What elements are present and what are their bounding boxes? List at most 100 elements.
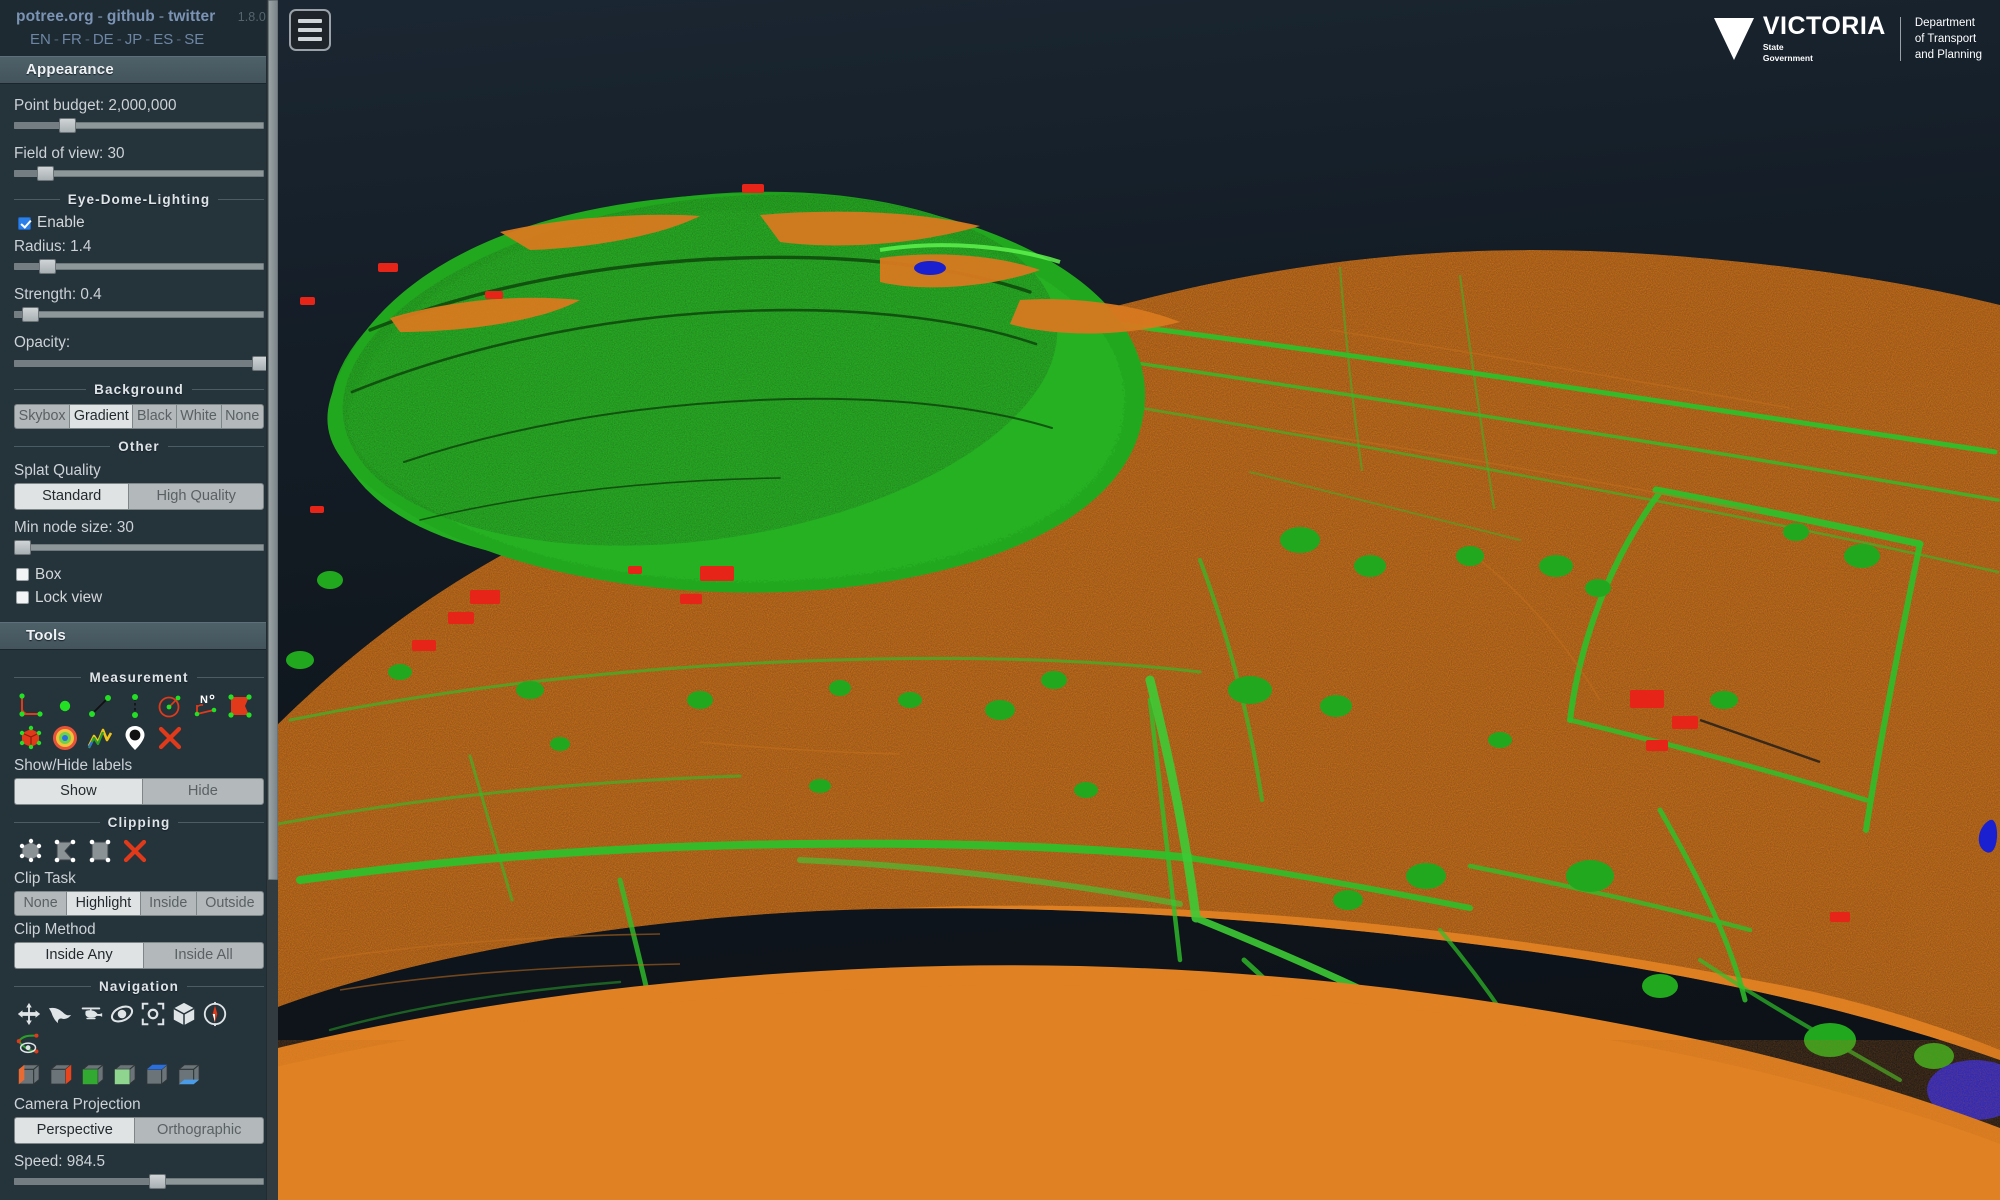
edl-section-title: Eye-Dome-Lighting [14, 192, 264, 207]
lang-fr[interactable]: FR [62, 31, 82, 48]
potree-org-link[interactable]: potree.org [16, 8, 94, 26]
clip-task-label: Clip Task [14, 869, 76, 887]
camera-animation-icon[interactable] [16, 1031, 42, 1057]
orbit-controls-icon[interactable] [109, 1001, 135, 1027]
projection-orthographic[interactable]: Orthographic [134, 1117, 264, 1145]
view-bottom-icon[interactable] [176, 1061, 202, 1087]
lang-jp[interactable]: JP [125, 31, 143, 48]
speed-slider[interactable] [14, 1174, 264, 1190]
twitter-link[interactable]: twitter [168, 8, 215, 26]
point-measurement-icon[interactable] [51, 692, 79, 720]
navigation-icons-row-1 [16, 1001, 264, 1027]
edl-enable-checkbox[interactable] [18, 216, 31, 230]
background-option-white[interactable]: White [175, 403, 221, 429]
slider-knob[interactable] [21, 307, 39, 323]
helicopter-controls-icon[interactable] [78, 1001, 104, 1027]
edl-enable-row[interactable]: Enable [18, 214, 264, 232]
min-node-size-slider[interactable] [14, 539, 264, 555]
earth-controls-icon[interactable] [16, 1001, 42, 1027]
slider-knob[interactable] [39, 259, 56, 275]
angle-measurement-icon[interactable] [16, 692, 44, 720]
lang-de[interactable]: DE [93, 31, 114, 48]
clip-method-group[interactable]: Inside Any Inside All [14, 942, 265, 970]
distance-measurement-icon[interactable] [86, 692, 114, 720]
clip-task-highlight[interactable]: Highlight [66, 890, 140, 916]
remove-clip-volumes-icon[interactable] [121, 837, 149, 865]
sidebar-scrollbar-thumb[interactable] [268, 0, 278, 880]
render-viewport[interactable] [0, 0, 2000, 1200]
slider-knob[interactable] [59, 118, 76, 134]
clip-task-outside[interactable]: Outside [195, 890, 265, 916]
sidebar[interactable]: potree.org - github - twitter 1.8.0 EN - F… [0, 0, 278, 1200]
accordion-appearance[interactable]: Appearance [0, 56, 278, 84]
lang-en[interactable]: EN [30, 31, 51, 48]
point-budget-slider[interactable] [14, 118, 264, 134]
annotation-icon[interactable] [121, 724, 149, 752]
flight-controls-icon[interactable] [47, 1001, 73, 1027]
clip-task-group[interactable]: None Highlight Inside Outside [14, 890, 265, 916]
field-of-view-slider[interactable] [14, 166, 264, 182]
camera-projection-label: Camera Projection [14, 1096, 141, 1114]
clip-method-inside-any[interactable]: Inside Any [14, 942, 143, 970]
splat-quality-high[interactable]: High Quality [128, 482, 265, 510]
plane-clip-icon[interactable] [86, 837, 114, 865]
focus-icon[interactable] [140, 1001, 166, 1027]
clip-task-inside[interactable]: Inside [139, 890, 196, 916]
clip-method-inside-all[interactable]: Inside All [142, 942, 265, 970]
circle-measurement-icon[interactable] [156, 692, 184, 720]
view-back-icon[interactable] [112, 1061, 138, 1087]
background-option-skybox[interactable]: Skybox [14, 403, 70, 429]
height-profile-icon[interactable] [86, 724, 114, 752]
polygon-clip-icon[interactable] [51, 837, 79, 865]
show-hide-labels-group[interactable]: Show Hide [14, 777, 264, 805]
view-right-icon[interactable] [48, 1061, 74, 1087]
sidebar-scrollbar[interactable] [266, 0, 278, 1200]
lock-view-row[interactable]: Lock view [16, 589, 264, 607]
splat-quality-button-group[interactable]: Standard High Quality [14, 482, 265, 510]
language-selector[interactable]: EN - FR - DE - JP - ES - SE [0, 26, 278, 50]
box-row[interactable]: Box [16, 566, 264, 584]
volume-measurement-icon[interactable] [16, 724, 44, 752]
slider-knob[interactable] [149, 1174, 166, 1190]
lang-es[interactable]: ES [153, 31, 173, 48]
edl-strength-slider[interactable] [14, 307, 264, 323]
volume-clip-icon[interactable] [16, 837, 44, 865]
labels-hide-button[interactable]: Hide [141, 777, 264, 805]
lock-view-checkbox[interactable] [16, 591, 29, 605]
hamburger-icon-bar [298, 37, 322, 41]
splat-quality-standard[interactable]: Standard [14, 482, 129, 510]
view-left-icon[interactable] [16, 1061, 42, 1087]
full-extent-icon[interactable] [171, 1001, 197, 1027]
background-option-gradient[interactable]: Gradient [69, 403, 133, 429]
sidebar-toggle-button[interactable] [289, 9, 331, 51]
height-measurement-icon[interactable] [121, 692, 149, 720]
github-link[interactable]: github [107, 8, 155, 26]
background-option-none[interactable]: None [220, 403, 264, 429]
svg-text:N: N [200, 694, 208, 706]
slider-knob[interactable] [36, 166, 54, 182]
potree-viewer-app: VICTORIA State Government Department of … [0, 0, 2000, 1200]
edl-radius-slider[interactable] [14, 259, 264, 275]
projection-perspective[interactable]: Perspective [14, 1117, 135, 1145]
view-front-icon[interactable] [80, 1061, 106, 1087]
camera-projection-group[interactable]: Perspective Orthographic [14, 1117, 264, 1145]
lang-se[interactable]: SE [184, 31, 204, 48]
azimuth-measurement-icon[interactable]: N [191, 692, 219, 720]
accordion-tools[interactable]: Tools [0, 621, 278, 650]
view-top-icon[interactable] [144, 1061, 170, 1087]
clip-task-none[interactable]: None [14, 890, 67, 916]
slider-knob[interactable] [14, 539, 31, 555]
labels-show-button[interactable]: Show [14, 777, 142, 805]
link-separator: - [158, 8, 165, 25]
area-measurement-icon[interactable] [226, 692, 254, 720]
compass-icon[interactable] [202, 1001, 228, 1027]
box-checkbox[interactable] [16, 568, 29, 582]
version-label: 1.8.0 [237, 10, 266, 24]
victoria-logo-mark: VICTORIA State Government [1712, 14, 1886, 63]
sphere-volume-icon[interactable] [51, 724, 79, 752]
hamburger-icon-bar [298, 19, 322, 23]
background-option-black[interactable]: Black [132, 403, 176, 429]
background-button-group[interactable]: Skybox Gradient Black White None [14, 403, 264, 429]
edl-opacity-slider[interactable] [14, 355, 269, 371]
remove-all-measurements-icon[interactable] [156, 724, 184, 752]
